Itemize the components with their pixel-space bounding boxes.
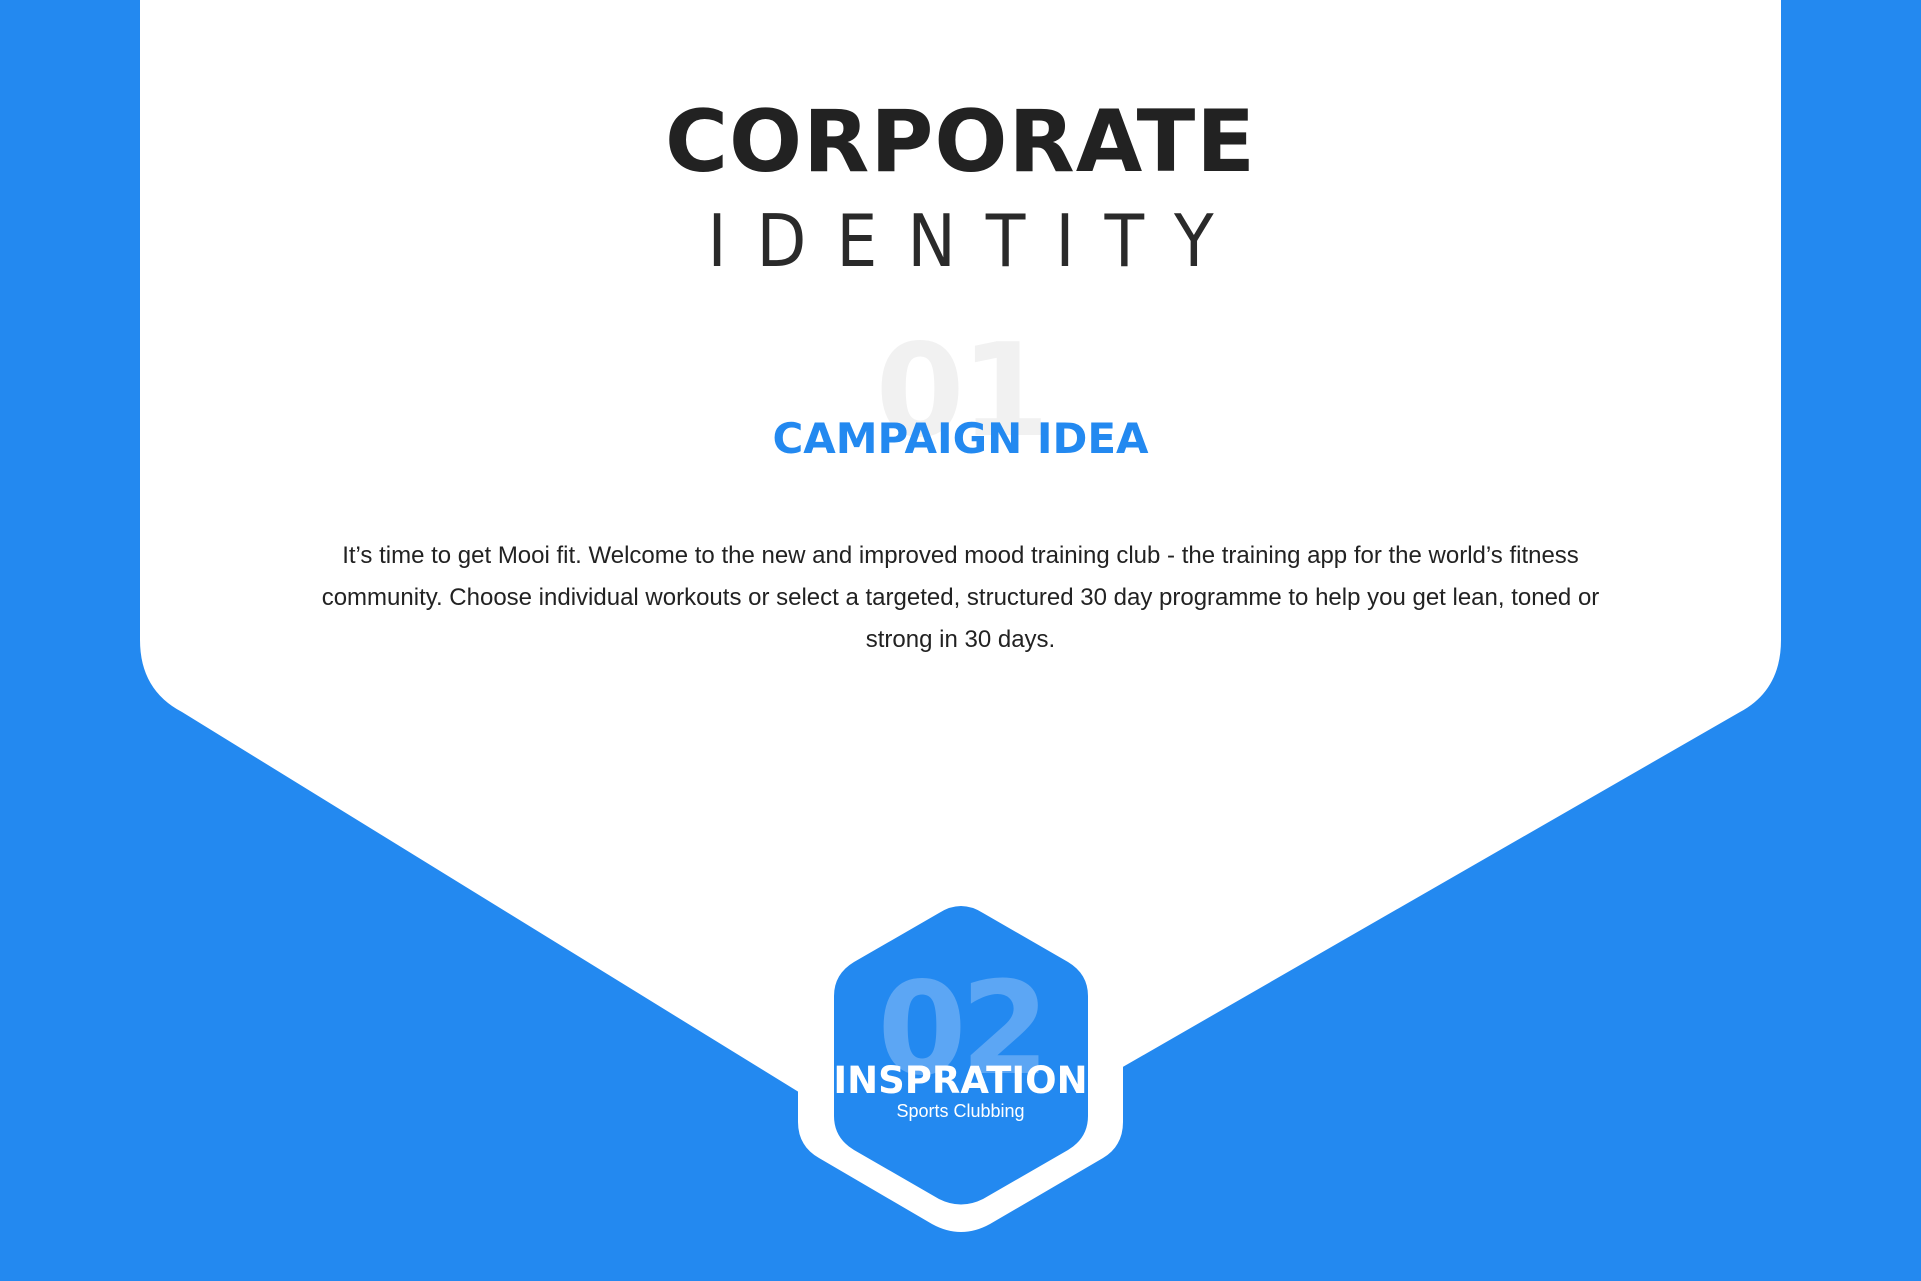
section-title-campaign-idea: CAMPAIGN IDEA [772,414,1149,463]
page-title: CORPORATE [664,92,1257,192]
page: CORPORATE IDENTITY 01 CAMPAIGN IDEA It’s… [0,0,1921,1281]
section-body-text: It’s time to get Mooi fit. Welcome to th… [321,542,1600,653]
page-subtitle: IDENTITY [0,196,1921,286]
badge-caption: Sports Clubbing [896,1101,1025,1121]
page-subtitle-text: IDENTITY [707,199,1244,283]
badge-title-inspration: INSPRATION [833,1059,1088,1102]
